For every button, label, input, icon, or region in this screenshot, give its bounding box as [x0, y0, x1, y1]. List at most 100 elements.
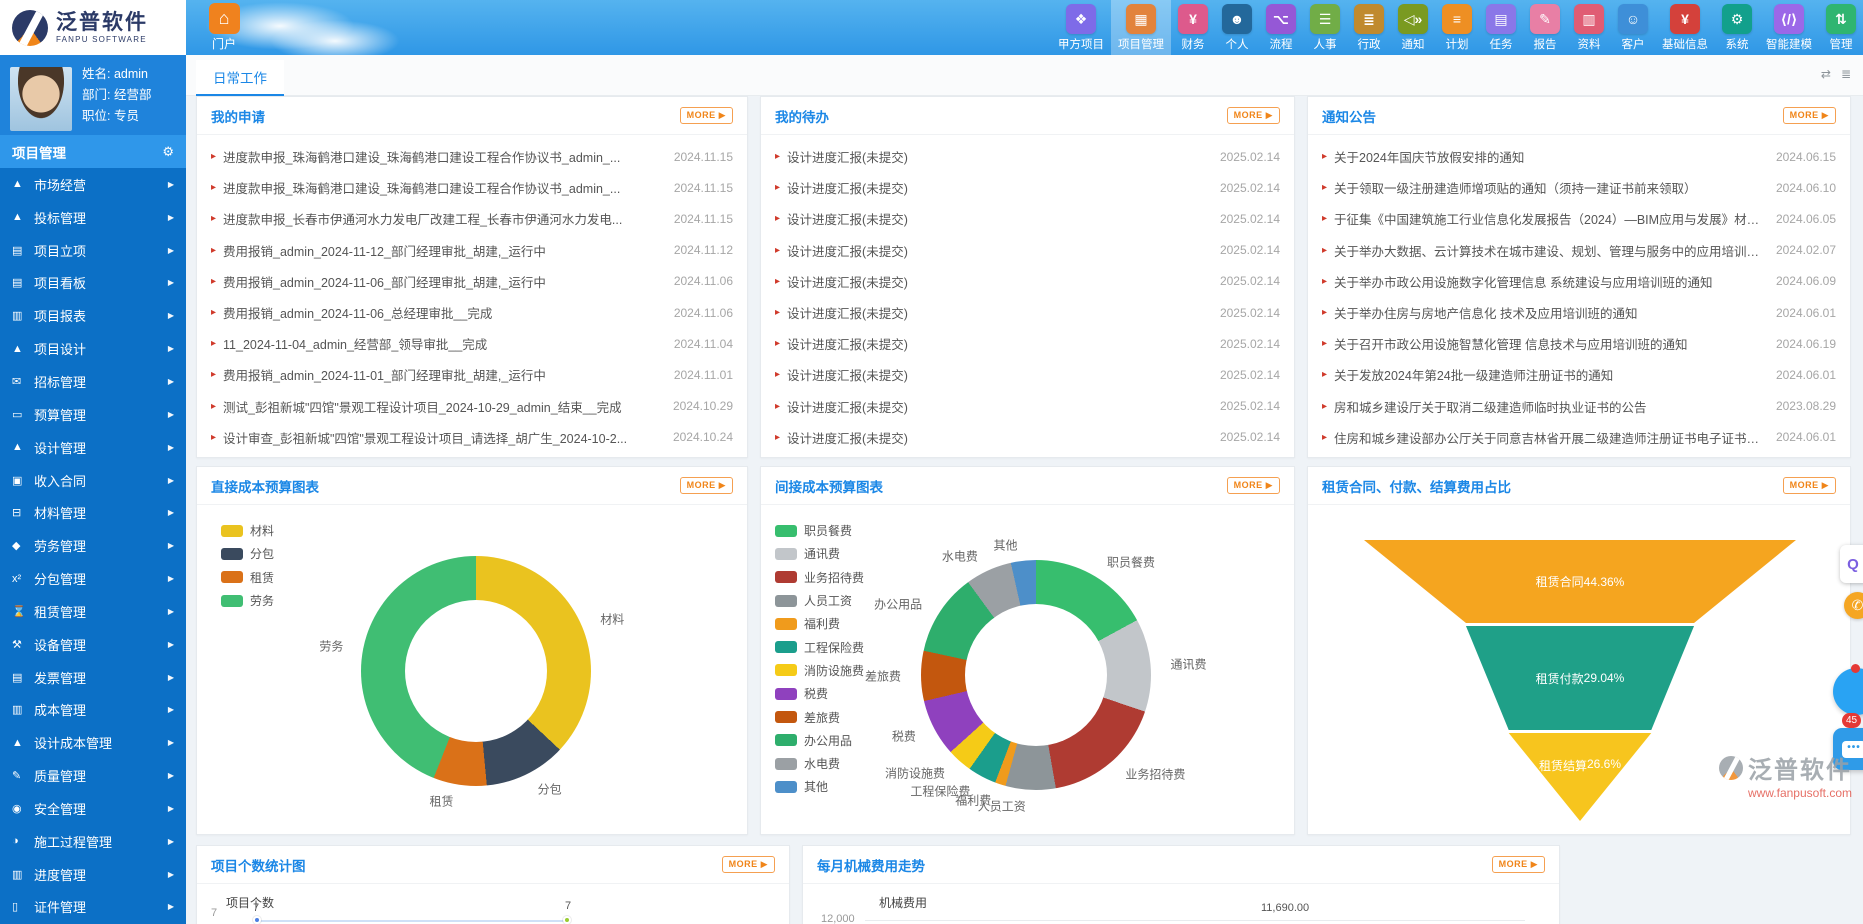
top-nav-item[interactable]: ☰ 人事 — [1303, 0, 1347, 55]
key-icon[interactable]: ⇄ — [1821, 67, 1831, 81]
data-point[interactable] — [563, 916, 571, 924]
sidebar-menu-item[interactable]: ▤ 项目立项 ▶ — [0, 234, 186, 267]
legend-item[interactable]: 劳务 — [221, 589, 274, 612]
list-item[interactable]: ▸ 房和城乡建设厅关于取消二级建造师临时执业证书的公告 2023.08.29 — [1322, 391, 1836, 422]
list-item[interactable]: ▸ 进度款申报_长春市伊通河水力发电厂改建工程_长春市伊通河水力发电... 20… — [211, 203, 733, 234]
sidebar-menu-header[interactable]: 项目管理 ⚙ — [0, 135, 186, 168]
sidebar-menu-item[interactable]: ◉ 安全管理 ▶ — [0, 792, 186, 825]
sidebar-menu-item[interactable]: ▲ 项目设计 ▶ — [0, 332, 186, 365]
sidebar-menu-item[interactable]: ⊟ 材料管理 ▶ — [0, 496, 186, 529]
more-button[interactable]: MORE ▶ — [1227, 477, 1280, 494]
more-button[interactable]: MORE ▶ — [722, 856, 775, 873]
more-button[interactable]: MORE ▶ — [680, 107, 733, 124]
sidebar-menu-item[interactable]: ▯ 证件管理 ▶ — [0, 891, 186, 924]
list-item[interactable]: ▸ 设计进度汇报(未提交) 2025.02.14 — [775, 172, 1280, 203]
list-item[interactable]: ▸ 设计进度汇报(未提交) 2025.02.14 — [775, 266, 1280, 297]
more-button[interactable]: MORE ▶ — [1492, 856, 1545, 873]
sidebar-menu-item[interactable]: ▤ 项目看板 ▶ — [0, 267, 186, 300]
legend-item[interactable]: 其他 — [775, 775, 864, 798]
data-point[interactable] — [253, 916, 261, 924]
legend-item[interactable]: 业务招待费 — [775, 566, 864, 589]
legend-item[interactable]: 福利费 — [775, 612, 864, 635]
top-nav-item[interactable]: ¥ 财务 — [1171, 0, 1215, 55]
list-item[interactable]: ▸ 关于举办市政公用设施数字化管理信息 系统建设与应用培训班的通知 2024.0… — [1322, 266, 1836, 297]
more-button[interactable]: MORE ▶ — [1783, 107, 1836, 124]
sidebar-menu-item[interactable]: x² 分包管理 ▶ — [0, 562, 186, 595]
sidebar-menu-item[interactable]: ▭ 预算管理 ▶ — [0, 398, 186, 431]
sidebar-menu-item[interactable]: ⌛ 租赁管理 ▶ — [0, 595, 186, 628]
list-item[interactable]: ▸ 进度款申报_珠海鹤港口建设_珠海鹤港口建设工程合作协议书_admin_...… — [211, 141, 733, 172]
list-item[interactable]: ▸ 费用报销_admin_2024-11-12_部门经理审批_胡建,_运行中 2… — [211, 235, 733, 266]
top-nav-item[interactable]: ⚙ 系统 — [1715, 0, 1759, 55]
legend-item[interactable]: 人员工资 — [775, 589, 864, 612]
sidebar-menu-item[interactable]: ▥ 进度管理 ▶ — [0, 858, 186, 891]
list-item[interactable]: ▸ 设计进度汇报(未提交) 2025.02.14 — [775, 297, 1280, 328]
top-nav-item[interactable]: ❖ 甲方项目 — [1051, 0, 1111, 55]
legend-item[interactable]: 租赁 — [221, 566, 274, 589]
sidebar-menu-item[interactable]: ▥ 成本管理 ▶ — [0, 694, 186, 727]
legend-item[interactable]: 差旅费 — [775, 705, 864, 728]
top-nav-item[interactable]: ≡ 计划 — [1435, 0, 1479, 55]
sidebar-menu-item[interactable]: ⚒ 设备管理 ▶ — [0, 628, 186, 661]
gear-icon[interactable]: ⚙ — [162, 144, 174, 160]
legend-item[interactable]: 材料 — [221, 519, 274, 542]
sidebar-menu-item[interactable]: ▲ 投标管理 ▶ — [0, 201, 186, 234]
top-nav-item[interactable]: ⌥ 流程 — [1259, 0, 1303, 55]
list-item[interactable]: ▸ 设计审查_彭祖新城"四馆"景观工程设计项目_请选择_胡广生_2024-10-… — [211, 422, 733, 453]
top-nav-item[interactable]: ✎ 报告 — [1523, 0, 1567, 55]
more-button[interactable]: MORE ▶ — [1227, 107, 1280, 124]
list-item[interactable]: ▸ 设计进度汇报(未提交) 2025.02.14 — [775, 422, 1280, 453]
top-nav-item[interactable]: ⇅ 管理 — [1819, 0, 1863, 55]
more-button[interactable]: MORE ▶ — [1783, 477, 1836, 494]
top-nav-item[interactable]: ◁» 通知 — [1391, 0, 1435, 55]
funnel-stage[interactable]: 租赁合同44.36% — [1364, 540, 1796, 623]
sidebar-menu-item[interactable]: ▲ 设计管理 ▶ — [0, 431, 186, 464]
list-item[interactable]: ▸ 关于举办大数据、云计算技术在城市建设、规划、管理与服务中的应用培训班... … — [1322, 235, 1836, 266]
top-nav-item[interactable]: ⟨/⟩ 智能建模 — [1759, 0, 1819, 55]
top-nav-item[interactable]: ▦ 项目管理 — [1111, 0, 1171, 55]
list-item[interactable]: ▸ 费用报销_admin_2024-11-06_部门经理审批_胡建,_运行中 2… — [211, 266, 733, 297]
legend-item[interactable]: 消防设施费 — [775, 659, 864, 682]
legend-item[interactable]: 办公用品 — [775, 729, 864, 752]
list-item[interactable]: ▸ 住房和城乡建设部办公厅关于同意吉林省开展二级建造师注册证书电子证书试点...… — [1322, 422, 1836, 453]
customer-service-qq-icon[interactable]: Q — [1840, 545, 1863, 583]
top-nav-item[interactable]: ☻ 个人 — [1215, 0, 1259, 55]
funnel-stage[interactable]: 租赁付款29.04% — [1364, 626, 1796, 730]
list-item[interactable]: ▸ 设计进度汇报(未提交) 2025.02.14 — [775, 391, 1280, 422]
sidebar-menu-item[interactable]: ▲ 设计成本管理 ▶ — [0, 726, 186, 759]
list-item[interactable]: ▸ 进度款申报_珠海鹤港口建设_珠海鹤港口建设工程合作协议书_admin_...… — [211, 172, 733, 203]
sidebar-menu-item[interactable]: ✉ 招标管理 ▶ — [0, 365, 186, 398]
list-item[interactable]: ▸ 11_2024-11-04_admin_经营部_领导审批__完成 2024.… — [211, 328, 733, 359]
sidebar-menu-item[interactable]: ▤ 发票管理 ▶ — [0, 661, 186, 694]
list-item[interactable]: ▸ 设计进度汇报(未提交) 2025.02.14 — [775, 141, 1280, 172]
list-item[interactable]: ▸ 关于2024年国庆节放假安排的通知 2024.06.15 — [1322, 141, 1836, 172]
top-nav-item[interactable]: ¥ 基础信息 — [1655, 0, 1715, 55]
list-item[interactable]: ▸ 设计进度汇报(未提交) 2025.02.14 — [775, 203, 1280, 234]
sidebar-menu-item[interactable]: ✎ 质量管理 ▶ — [0, 759, 186, 792]
sidebar-menu-item[interactable]: ▲ 市场经营 ▶ — [0, 168, 186, 201]
list-item[interactable]: ▸ 测试_彭祖新城"四馆"景观工程设计项目_2024-10-29_admin_结… — [211, 391, 733, 422]
list-item[interactable]: ▸ 费用报销_admin_2024-11-01_部门经理审批_胡建,_运行中 2… — [211, 359, 733, 390]
list-item[interactable]: ▸ 设计进度汇报(未提交) 2025.02.14 — [775, 328, 1280, 359]
sidebar-menu-item[interactable]: ◑ 施工过程管理 ▶ — [0, 825, 186, 858]
list-item[interactable]: ▸ 关于领取一级注册建造师增项贴的通知（须持一建证书前来领取） 2024.06.… — [1322, 172, 1836, 203]
sidebar-menu-item[interactable]: ◆ 劳务管理 ▶ — [0, 529, 186, 562]
top-nav-item[interactable]: ▤ 任务 — [1479, 0, 1523, 55]
list-item[interactable]: ▸ 关于举办住房与房地产信息化 技术及应用培训班的通知 2024.06.01 — [1322, 297, 1836, 328]
list-item[interactable]: ▸ 费用报销_admin_2024-11-06_总经理审批__完成 2024.1… — [211, 297, 733, 328]
legend-item[interactable]: 税费 — [775, 682, 864, 705]
legend-item[interactable]: 水电费 — [775, 752, 864, 775]
tab-daily-work[interactable]: 日常工作 — [196, 60, 284, 96]
top-nav-item[interactable]: ☺ 客户 — [1611, 0, 1655, 55]
list-item[interactable]: ▸ 关于召开市政公用设施智慧化管理 信息技术与应用培训班的通知 2024.06.… — [1322, 328, 1836, 359]
panel-toggle-icon[interactable]: ≣ — [1841, 67, 1851, 81]
top-nav-item[interactable]: ▥ 资料 — [1567, 0, 1611, 55]
legend-item[interactable]: 通讯费 — [775, 542, 864, 565]
legend-item[interactable]: 工程保险费 — [775, 635, 864, 658]
sidebar-menu-item[interactable]: ▣ 收入合同 ▶ — [0, 464, 186, 497]
more-button[interactable]: MORE ▶ — [680, 477, 733, 494]
list-item[interactable]: ▸ 于征集《中国建筑施工行业信息化发展报告（2024）—BIM应用与发展》材料.… — [1322, 203, 1836, 234]
top-nav-item[interactable]: ≣ 行政 — [1347, 0, 1391, 55]
list-item[interactable]: ▸ 设计进度汇报(未提交) 2025.02.14 — [775, 235, 1280, 266]
legend-item[interactable]: 分包 — [221, 542, 274, 565]
